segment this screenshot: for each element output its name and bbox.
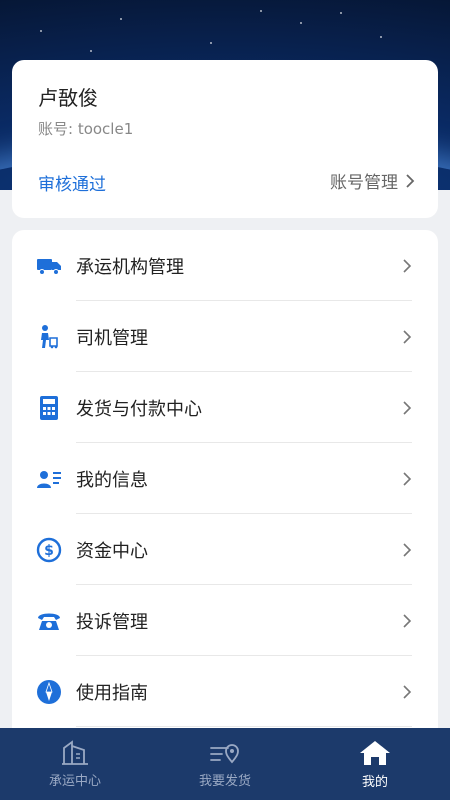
menu-item-driver[interactable]: 司机管理	[12, 301, 438, 372]
tab-ship[interactable]: 我要发货	[150, 728, 300, 800]
tab-label: 我的	[361, 774, 388, 790]
account-card: 卢敔俊 账号: toocle1 审核通过 账号管理	[12, 60, 438, 218]
chevron-right-icon	[403, 400, 412, 415]
menu-item-label: 我的信息	[76, 469, 148, 491]
menu-item-my-info[interactable]: 我的信息	[12, 443, 438, 514]
user-account: 账号: toocle1	[38, 120, 134, 138]
divider	[76, 726, 412, 727]
menu-item-label: 承运机构管理	[76, 256, 184, 278]
chevron-right-icon	[403, 684, 412, 699]
menu-item-label: 发货与付款中心	[76, 398, 202, 420]
compass-icon	[36, 679, 62, 705]
tab-carrier-center[interactable]: 承运中心	[0, 728, 150, 800]
calculator-icon	[36, 395, 62, 421]
home-icon	[360, 740, 390, 765]
delivery-icon	[210, 743, 239, 763]
chevron-right-icon	[403, 258, 412, 273]
driver-icon	[36, 324, 62, 350]
menu-item-label: 使用指南	[76, 682, 148, 704]
chevron-right-icon	[403, 542, 412, 557]
building-icon	[62, 739, 88, 765]
menu-item-label: 投诉管理	[76, 611, 148, 633]
truck-icon	[36, 253, 62, 279]
menu-item-shipping-payment[interactable]: 发货与付款中心	[12, 372, 438, 443]
svg-text:$: $	[44, 543, 54, 559]
chevron-right-icon	[403, 613, 412, 628]
menu-item-label: 资金中心	[76, 540, 148, 562]
phone-icon	[36, 608, 62, 634]
menu-item-funds[interactable]: $ 资金中心	[12, 514, 438, 585]
tab-mine[interactable]: 我的	[300, 728, 450, 800]
chevron-right-icon	[403, 329, 412, 344]
account-manage-label: 账号管理	[330, 173, 398, 193]
chevron-right-icon	[406, 173, 415, 188]
menu-list: 承运机构管理 司机管理 发货与付款中心 我的信息 $ 资金中心 投诉管理 使用指…	[12, 230, 438, 740]
account-manage-link[interactable]: 账号管理	[330, 168, 416, 193]
bottom-tab-bar: 承运中心 我要发货 我的	[0, 728, 450, 800]
tab-label: 承运中心	[48, 773, 101, 789]
menu-item-label: 司机管理	[76, 327, 148, 349]
dollar-icon: $	[36, 537, 62, 563]
menu-item-complaints[interactable]: 投诉管理	[12, 585, 438, 656]
tab-label: 我要发货	[198, 773, 251, 789]
menu-item-guide[interactable]: 使用指南	[12, 656, 438, 727]
id-card-icon	[36, 466, 62, 492]
status-badge: 审核通过	[38, 175, 106, 195]
chevron-right-icon	[403, 471, 412, 486]
menu-item-carrier[interactable]: 承运机构管理	[12, 230, 438, 301]
user-name: 卢敔俊	[38, 86, 98, 110]
